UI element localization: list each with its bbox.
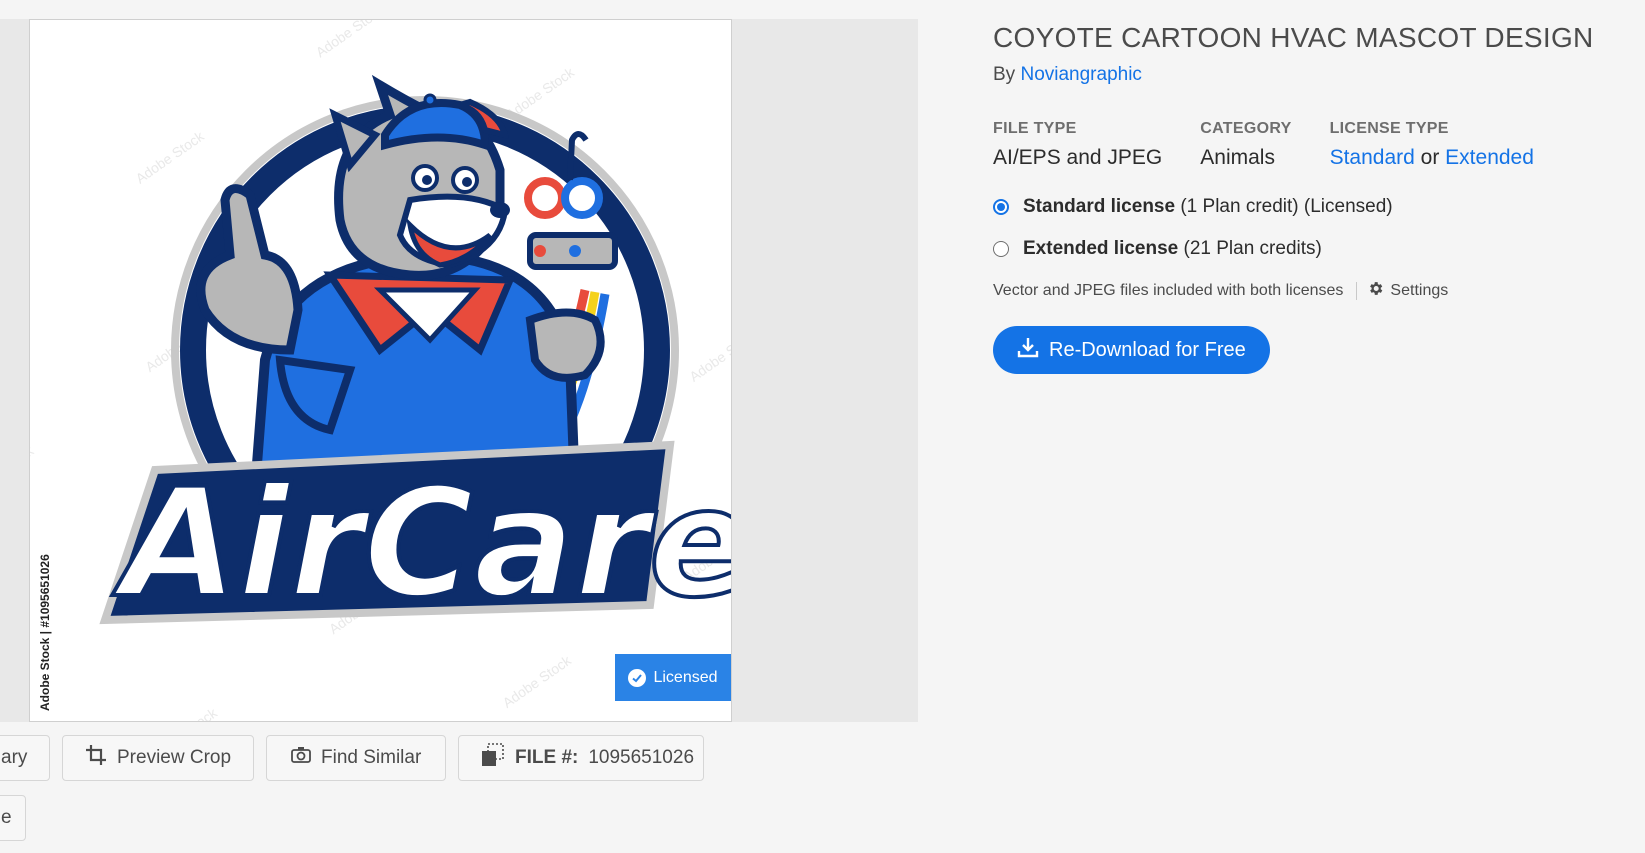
divider: [1356, 282, 1358, 300]
find-similar-button[interactable]: Find Similar: [266, 735, 446, 781]
license-type-label: LICENSE TYPE: [1329, 120, 1449, 137]
preview-crop-label: Preview Crop: [117, 747, 232, 768]
license-history-label: e: [1, 807, 12, 828]
asset-preview-image[interactable]: Adobe Stock Adobe Stock Adobe Stock Adobe …: [29, 19, 732, 722]
standard-license-option[interactable]: Standard license (1 Plan credit) (Licens…: [993, 196, 1633, 218]
license-options: Standard license (1 Plan credit) (Licens…: [993, 196, 1633, 260]
save-to-library-label: ary: [1, 747, 28, 768]
aircare-wordmark: AirCare: [112, 457, 732, 631]
redownload-label: Re-Download for Free: [1049, 338, 1246, 361]
svg-text:Adobe Stock: Adobe Stock: [30, 442, 37, 501]
extended-license-detail: (21 Plan credits): [1183, 238, 1322, 259]
extended-license-radio[interactable]: [993, 241, 1009, 257]
file-number-value: 1095651026: [588, 747, 695, 768]
byline: By Noviangraphic: [993, 64, 1633, 86]
category-section: CATEGORY Animals: [1200, 120, 1291, 170]
svg-text:Adobe Stock: Adobe Stock: [146, 704, 221, 722]
mascot-illustration: Adobe Stock Adobe Stock Adobe Stock Adobe …: [30, 20, 732, 722]
svg-text:Adobe Stock: Adobe Stock: [686, 325, 732, 384]
file-type-label: FILE TYPE: [993, 120, 1077, 137]
standard-license-detail: (1 Plan credit) (Licensed): [1180, 196, 1393, 217]
preview-crop-button[interactable]: Preview Crop: [62, 735, 254, 781]
asset-title: COYOTE CARTOON HVAC MASCOT DESIGN: [993, 22, 1594, 53]
license-info-text: Vector and JPEG files included with both…: [993, 282, 1344, 299]
check-circle-icon: [628, 668, 647, 687]
file-type-value: AI/EPS and JPEG: [993, 146, 1163, 169]
byline-prefix: By: [993, 64, 1016, 85]
category-label: CATEGORY: [1200, 120, 1292, 137]
download-icon: [1017, 336, 1039, 364]
licensed-badge: Licensed: [615, 654, 731, 701]
settings-link[interactable]: Settings: [1367, 280, 1448, 302]
file-number-label: FILE #:: [515, 747, 579, 768]
standard-license-radio[interactable]: [993, 199, 1009, 215]
redownload-button[interactable]: Re-Download for Free: [993, 326, 1270, 374]
svg-text:Adobe Stock: Adobe Stock: [500, 652, 575, 711]
preview-panel: Adobe Stock Adobe Stock Adobe Stock Adobe …: [0, 19, 918, 722]
category-link[interactable]: Animals: [1200, 146, 1291, 170]
extended-license-link[interactable]: Extended: [1445, 146, 1534, 169]
gear-icon: [1367, 280, 1384, 302]
standard-license-link[interactable]: Standard: [1330, 146, 1415, 169]
file-number-button[interactable]: FILE #: 1095651026: [458, 735, 704, 781]
asset-meta: FILE TYPE AI/EPS and JPEG CATEGORY Anima…: [993, 120, 1633, 170]
settings-label: Settings: [1390, 282, 1449, 299]
watermark-file-number: Adobe Stock | #1095651026: [38, 554, 52, 711]
svg-text:Adobe Stock: Adobe Stock: [313, 20, 388, 60]
find-similar-label: Find Similar: [321, 747, 422, 768]
extended-license-option[interactable]: Extended license (21 Plan credits): [993, 238, 1633, 260]
license-info-row: Vector and JPEG files included with both…: [993, 280, 1633, 302]
extended-license-name: Extended license: [1023, 238, 1179, 259]
save-to-library-button[interactable]: ary: [0, 735, 50, 781]
standard-license-name: Standard license: [1023, 196, 1176, 217]
license-type-section: LICENSE TYPE Standard or Extended: [1330, 120, 1534, 170]
file-type-section: FILE TYPE AI/EPS and JPEG: [993, 120, 1162, 170]
crop-icon: [85, 744, 107, 772]
licensed-badge-label: Licensed: [653, 668, 718, 686]
svg-text:Adobe Stock: Adobe Stock: [132, 127, 207, 186]
camera-icon: [291, 746, 311, 770]
asset-detail-page: Adobe Stock Adobe Stock Adobe Stock Adobe …: [0, 0, 1645, 853]
author-link[interactable]: Noviangraphic: [1020, 64, 1141, 85]
license-type-value: Standard or Extended: [1330, 146, 1534, 170]
asset-details: COYOTE CARTOON HVAC MASCOT DESIGN By Nov…: [993, 22, 1633, 374]
license-or-text: or: [1420, 146, 1440, 169]
copy-icon: [481, 743, 505, 773]
license-history-button[interactable]: e: [0, 795, 26, 841]
